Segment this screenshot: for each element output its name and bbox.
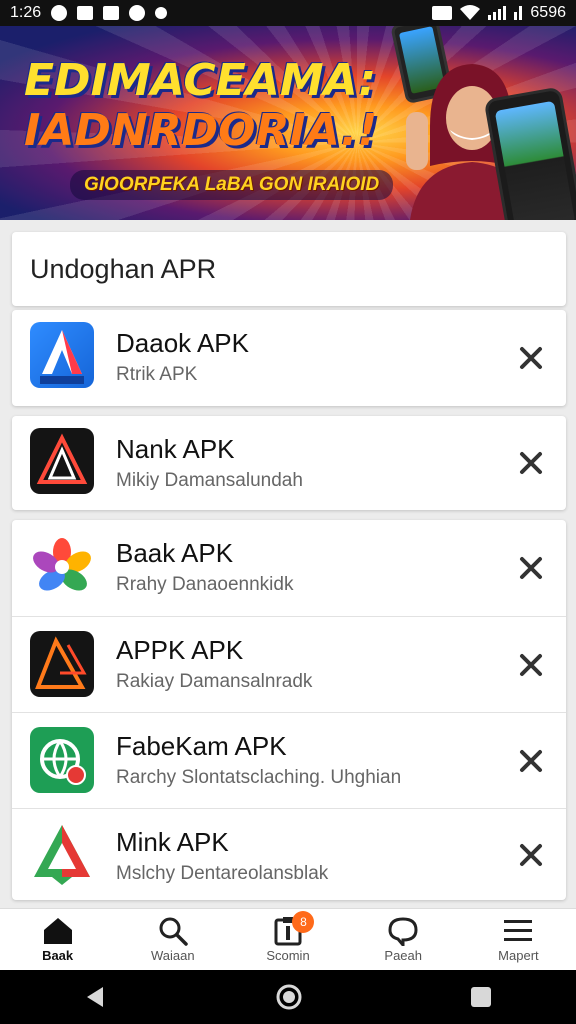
home-icon xyxy=(43,918,72,944)
app-name: Baak APK xyxy=(116,538,234,568)
wifi-icon xyxy=(460,5,481,20)
status-time: 1:26 xyxy=(10,4,42,21)
promo-banner[interactable]: EDIMACEAMA: IADNRDORIA.! GIOORPEKA LaBA … xyxy=(0,26,576,220)
app-name: Mink APK xyxy=(116,827,229,857)
banner-title-line1: EDIMACEAMA: xyxy=(24,55,377,106)
nav-label: Baak xyxy=(42,948,74,963)
green-globe-logo-icon xyxy=(30,727,94,793)
notification-badge: 8 xyxy=(292,911,315,933)
green-red-triangle-logo-icon xyxy=(30,821,94,887)
banner-title-line2: IADNRDORIA.! xyxy=(24,105,378,156)
signal-icon xyxy=(488,6,507,20)
home-circle-icon[interactable] xyxy=(275,983,303,1011)
app-card-group: Baak APK Rrahy Danaoennkidk APPK APK Rak… xyxy=(12,520,566,900)
list-item[interactable]: Nank APK Mikiy Damansalundah xyxy=(12,416,566,510)
nav-tab-search[interactable]: Waiaan xyxy=(115,909,230,970)
app-card-2: Nank APK Mikiy Damansalundah xyxy=(12,416,566,510)
app-desc: Rtrik APK xyxy=(116,364,198,385)
close-icon[interactable] xyxy=(516,650,546,680)
chrome-notification-icon xyxy=(129,5,146,21)
dark-red-triangle-logo-icon xyxy=(30,428,94,494)
menu-icon xyxy=(504,920,533,941)
blue-a-logo-icon xyxy=(30,322,94,388)
close-icon[interactable] xyxy=(516,746,546,776)
list-header-card: Undoghan APR xyxy=(12,232,566,306)
nav-tab-clipboard[interactable]: 8 Scomin xyxy=(230,909,345,970)
app-name: Nank APK xyxy=(116,434,235,464)
app-desc: Rakiay Damansalnradk xyxy=(116,671,313,692)
image-notification-icon xyxy=(77,6,94,20)
list-title: Undoghan APR xyxy=(30,253,217,284)
app-name: Daaok APK xyxy=(116,328,249,358)
list-item[interactable]: FabeKam APK Rarchy Slontatsclaching. Uhg… xyxy=(12,712,566,808)
app-desc: Rarchy Slontatsclaching. Uhghian xyxy=(116,767,402,788)
notification-icon xyxy=(51,5,68,21)
list-item[interactable]: Daaok APK Rtrik APK xyxy=(12,310,566,406)
system-navigation-bar xyxy=(0,970,576,1024)
close-icon[interactable] xyxy=(516,553,546,583)
nav-label: Paeah xyxy=(384,948,422,963)
nfc-icon xyxy=(432,6,453,20)
chat-bubble-icon xyxy=(388,917,418,946)
nav-tab-menu[interactable]: Mapert xyxy=(461,909,576,970)
app-name: APPK APK xyxy=(116,635,244,665)
banner-title: EDIMACEAMA: IADNRDORIA.! xyxy=(24,56,377,156)
app-desc: Mikiy Damansalundah xyxy=(116,470,303,491)
list-item[interactable]: Mink APK Mslchy Dentareolansblak xyxy=(12,808,566,900)
mail-notification-icon xyxy=(103,6,120,20)
app-name: FabeKam APK xyxy=(116,731,287,761)
close-icon[interactable] xyxy=(516,448,546,478)
banner-subtitle: GIOORPEKA LaBA GON IRAIOID xyxy=(70,170,394,200)
recents-square-icon[interactable] xyxy=(469,985,493,1009)
list-item[interactable]: Baak APK Rrahy Danaoennkidk xyxy=(12,520,566,616)
nav-label: Mapert xyxy=(498,948,539,963)
nav-tab-chat[interactable]: Paeah xyxy=(346,909,461,970)
colorful-flower-logo-icon xyxy=(30,534,94,600)
app-desc: Rrahy Danaoennkidk xyxy=(116,574,294,595)
search-icon xyxy=(159,917,188,946)
app-card-1: Daaok APK Rtrik APK xyxy=(12,310,566,406)
nav-label: Waiaan xyxy=(151,948,195,963)
nav-tab-home[interactable]: Baak xyxy=(0,909,115,970)
nav-label: Scomin xyxy=(266,948,310,963)
battery-text: 6596 xyxy=(530,4,566,21)
close-icon[interactable] xyxy=(516,840,546,870)
list-item[interactable]: APPK APK Rakiay Damansalnradk xyxy=(12,616,566,712)
dark-orange-triangle-logo-icon xyxy=(30,631,94,697)
status-bar: 1:26 6596 xyxy=(0,0,576,26)
back-icon[interactable] xyxy=(83,984,109,1010)
signal-icon-2 xyxy=(514,6,523,20)
app-desc: Mslchy Dentareolansblak xyxy=(116,863,329,884)
settings-notification-icon xyxy=(155,7,168,19)
close-icon[interactable] xyxy=(516,343,546,373)
bottom-navigation: Baak Waiaan 8 Scomin Paeah Mapert xyxy=(0,908,576,970)
